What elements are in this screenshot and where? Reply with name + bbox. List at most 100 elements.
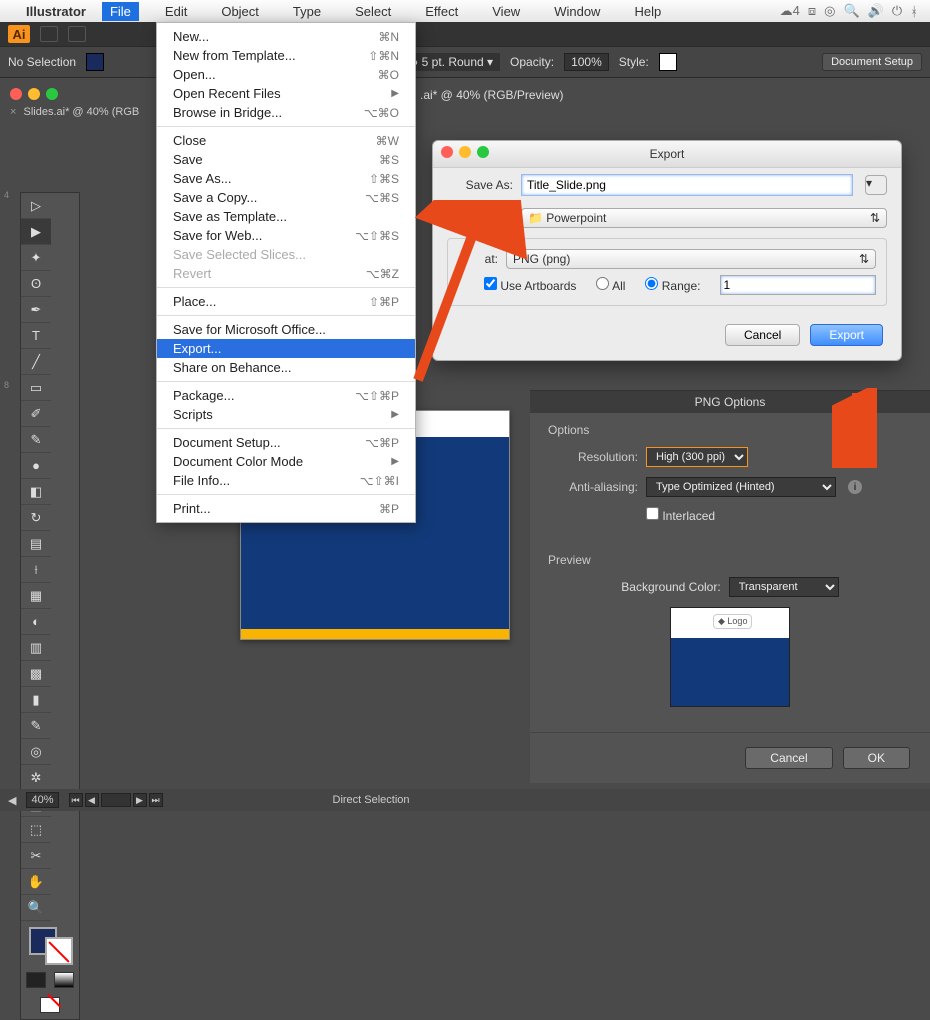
workspace-switch-1[interactable]: [40, 26, 58, 42]
info-icon[interactable]: i: [848, 480, 862, 494]
tool-lasso[interactable]: ʘ: [21, 271, 51, 297]
format-select[interactable]: PNG (png)⇅: [506, 249, 876, 269]
tool-hand[interactable]: ✋: [21, 869, 51, 895]
menu-view[interactable]: View: [484, 2, 528, 21]
zoom-window-icon[interactable]: [46, 88, 58, 100]
tool-pen[interactable]: ✒: [21, 297, 51, 323]
file-menu-item[interactable]: Close⌘W: [157, 131, 415, 150]
expand-save-dialog-button[interactable]: ▾: [865, 175, 887, 195]
close-tab-icon[interactable]: ×: [10, 106, 16, 118]
tool-type[interactable]: T: [21, 323, 51, 349]
color-mode-none[interactable]: [40, 997, 60, 1013]
tool-blend[interactable]: ◎: [21, 739, 51, 765]
app-name[interactable]: Illustrator: [26, 4, 86, 19]
tool-gradient[interactable]: ▮: [21, 687, 51, 713]
document-tab-2[interactable]: .ai* @ 40% (RGB/Preview): [420, 88, 564, 102]
tool-shape-builder[interactable]: ◐: [21, 609, 51, 635]
file-menu-item[interactable]: Package...⌥⇧⌘P: [157, 386, 415, 405]
tool-rotate[interactable]: ↻: [21, 505, 51, 531]
tool-eyedropper[interactable]: ✎: [21, 713, 51, 739]
file-menu-item[interactable]: Export...: [157, 339, 415, 358]
tool-magic-wand[interactable]: ✦: [21, 245, 51, 271]
file-menu-item[interactable]: Print...⌘P: [157, 499, 415, 518]
menu-file[interactable]: File: [102, 2, 139, 21]
file-menu-item[interactable]: Save for Microsoft Office...: [157, 320, 415, 339]
tool-scale[interactable]: ▤: [21, 531, 51, 557]
save-as-input[interactable]: [521, 174, 853, 196]
menu-type[interactable]: Type: [285, 2, 329, 21]
color-mode-gradient[interactable]: [54, 972, 74, 988]
tool-line[interactable]: ╱: [21, 349, 51, 375]
interlaced-checkbox[interactable]: Interlaced: [646, 507, 715, 523]
tool-rectangle[interactable]: ▭: [21, 375, 51, 401]
png-cancel-button[interactable]: Cancel: [745, 747, 832, 769]
document-tab-1[interactable]: × Slides.ai* @ 40% (RGB: [10, 106, 139, 118]
artboard-number[interactable]: [101, 793, 131, 807]
tool-free-transform[interactable]: ▦: [21, 583, 51, 609]
file-menu-item[interactable]: File Info...⌥⇧⌘I: [157, 471, 415, 490]
range-input[interactable]: [720, 275, 876, 295]
power-icon[interactable]: ⏻: [892, 3, 902, 19]
tool-blob-brush[interactable]: ●: [21, 453, 51, 479]
tool-selection[interactable]: ▷: [21, 193, 51, 219]
file-menu-item[interactable]: Save⌘S: [157, 150, 415, 169]
cancel-button[interactable]: Cancel: [725, 324, 800, 346]
color-mode-normal[interactable]: [26, 972, 46, 988]
file-menu-item[interactable]: Browse in Bridge...⌥⌘O: [157, 103, 415, 122]
tool-direct-selection[interactable]: ▶: [21, 219, 51, 245]
file-menu-item[interactable]: Document Color Mode▶: [157, 452, 415, 471]
file-menu-item[interactable]: Save a Copy...⌥⌘S: [157, 188, 415, 207]
menu-help[interactable]: Help: [626, 2, 669, 21]
tool-slice[interactable]: ✂: [21, 843, 51, 869]
first-artboard-icon[interactable]: ⏮: [69, 793, 83, 807]
menu-select[interactable]: Select: [347, 2, 399, 21]
file-menu-item[interactable]: Place...⇧⌘P: [157, 292, 415, 311]
tool-eraser[interactable]: ◧: [21, 479, 51, 505]
all-radio[interactable]: All: [596, 277, 625, 293]
resolution-select[interactable]: High (300 ppi): [646, 447, 748, 467]
zoom-level[interactable]: 40%: [26, 792, 58, 808]
close-icon[interactable]: [441, 146, 453, 158]
file-menu-item[interactable]: Save as Template...: [157, 207, 415, 226]
fill-stroke-swatches[interactable]: [21, 921, 79, 969]
stroke-profile[interactable]: ● 5 pt. Round ▾: [404, 53, 500, 71]
tool-artboard[interactable]: ⬚: [21, 817, 51, 843]
file-menu-item[interactable]: Open...⌘O: [157, 65, 415, 84]
file-menu-item[interactable]: Share on Behance...: [157, 358, 415, 377]
menu-window[interactable]: Window: [546, 2, 608, 21]
menu-edit[interactable]: Edit: [157, 2, 195, 21]
file-menu-item[interactable]: Save for Web...⌥⇧⌘S: [157, 226, 415, 245]
volume-icon[interactable]: 🔊: [868, 3, 884, 19]
png-ok-button[interactable]: OK: [843, 747, 910, 769]
zoom-icon[interactable]: [477, 146, 489, 158]
file-menu-item[interactable]: New from Template...⇧⌘N: [157, 46, 415, 65]
file-menu-item[interactable]: Scripts▶: [157, 405, 415, 424]
tool-pencil[interactable]: ✎: [21, 427, 51, 453]
prev-artboard-icon[interactable]: ◀: [85, 793, 99, 807]
close-window-icon[interactable]: [10, 88, 22, 100]
minimize-window-icon[interactable]: [28, 88, 40, 100]
tool-zoom[interactable]: 🔍: [21, 895, 51, 921]
export-button[interactable]: Export: [810, 324, 883, 346]
workspace-switch-2[interactable]: [68, 26, 86, 42]
range-radio[interactable]: Range:: [645, 277, 700, 293]
file-menu-item[interactable]: Document Setup...⌥⌘P: [157, 433, 415, 452]
background-color-select[interactable]: Transparent: [729, 577, 839, 597]
stroke-color[interactable]: [45, 937, 73, 965]
spotlight-icon[interactable]: 🔍: [844, 3, 860, 19]
sync-icon[interactable]: ◎: [824, 3, 835, 19]
fill-swatch[interactable]: [86, 53, 104, 71]
last-artboard-icon[interactable]: ⏭: [149, 793, 163, 807]
file-menu-item[interactable]: New...⌘N: [157, 27, 415, 46]
style-swatch[interactable]: [659, 53, 677, 71]
bluetooth-icon[interactable]: ᚼ: [910, 4, 918, 19]
document-setup-button[interactable]: Document Setup: [822, 53, 922, 71]
cloud-icon[interactable]: ☁︎4: [780, 3, 800, 19]
minimize-icon[interactable]: [459, 146, 471, 158]
tool-mesh[interactable]: ▩: [21, 661, 51, 687]
anti-aliasing-select[interactable]: Type Optimized (Hinted): [646, 477, 836, 497]
opacity-value[interactable]: 100%: [564, 53, 609, 71]
tool-perspective[interactable]: ▥: [21, 635, 51, 661]
tool-width[interactable]: ⟊: [21, 557, 51, 583]
tool-paintbrush[interactable]: ✐: [21, 401, 51, 427]
